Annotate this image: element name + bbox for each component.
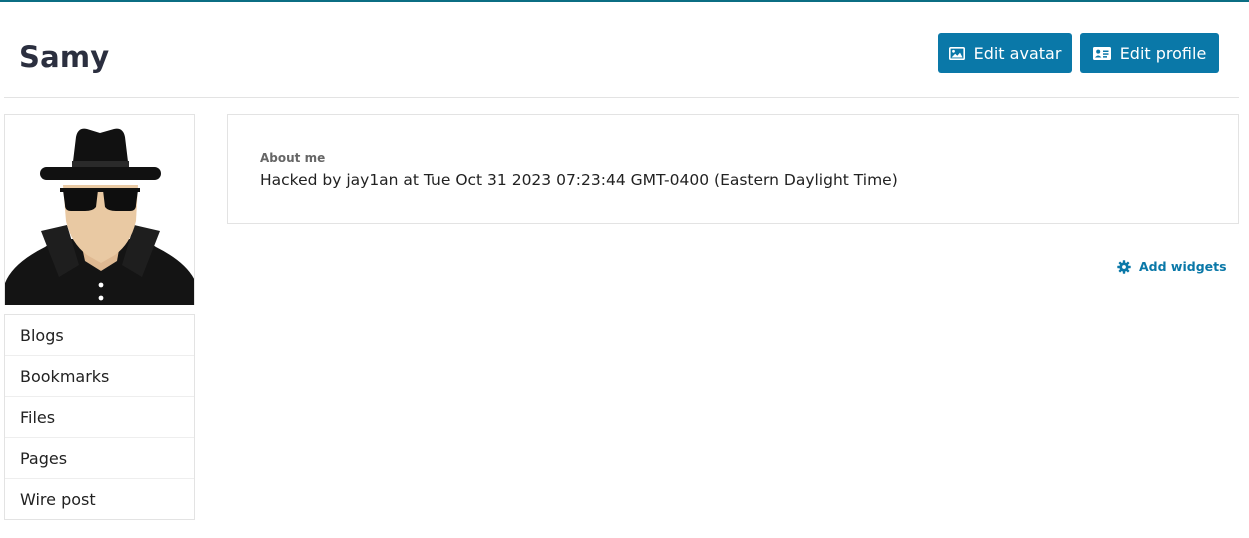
owner-menu: Blogs Bookmarks Files Pages Wire post [4,314,195,520]
menu-item-bookmarks[interactable]: Bookmarks [5,356,194,397]
menu-item-blogs[interactable]: Blogs [5,315,194,356]
edit-profile-label: Edit profile [1119,43,1207,63]
menu-item-wire-post[interactable]: Wire post [5,479,194,520]
about-me-panel: About me Hacked by jay1an at Tue Oct 31 … [227,114,1239,224]
page-title: Samy [19,40,110,74]
about-me-text: Hacked by jay1an at Tue Oct 31 2023 07:2… [260,171,898,189]
image-icon [948,46,965,60]
edit-avatar-button[interactable]: Edit avatar [938,33,1072,73]
add-widgets-link[interactable]: Add widgets [1117,259,1227,274]
menu-item-files[interactable]: Files [5,397,194,438]
id-card-icon [1092,46,1111,60]
edit-avatar-label: Edit avatar [973,43,1062,63]
add-widgets-label: Add widgets [1139,259,1227,274]
edit-profile-button[interactable]: Edit profile [1080,33,1219,73]
avatar[interactable] [4,114,195,305]
spy-avatar-icon [5,128,194,305]
gear-icon [1117,259,1131,274]
top-accent-line [0,0,1249,2]
about-me-label: About me [260,151,326,165]
header-divider [4,97,1239,98]
menu-item-pages[interactable]: Pages [5,438,194,479]
